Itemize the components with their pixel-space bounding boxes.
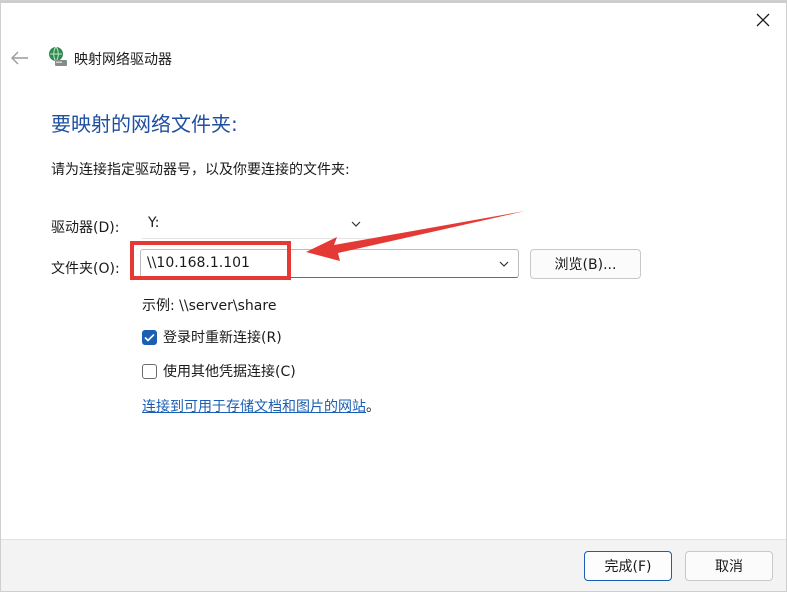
dialog-footer: 完成(F) 取消 [1, 539, 786, 591]
drive-letter-value: Y: [148, 215, 160, 231]
folder-label: 文件夹(O): [51, 261, 120, 277]
reconnect-label: 登录时重新连接(R) [163, 330, 282, 346]
back-arrow-icon [11, 51, 28, 65]
folder-path-input[interactable]: \\10.168.1.101 [140, 249, 519, 278]
back-button[interactable] [9, 47, 31, 69]
credentials-checkbox[interactable]: 使用其他凭据连接(C) [142, 361, 296, 381]
close-button[interactable] [746, 7, 780, 33]
chevron-down-icon[interactable] [498, 258, 510, 270]
browse-button[interactable]: 浏览(B)... [530, 249, 641, 279]
annotation-arrow [306, 211, 525, 261]
credentials-label: 使用其他凭据连接(C) [163, 364, 296, 380]
drive-label: 驱动器(D): [51, 220, 120, 236]
chevron-down-icon [351, 221, 361, 227]
checkbox-unchecked-icon[interactable] [142, 363, 157, 379]
instruction-text: 请为连接指定驱动器号，以及你要连接的文件夹: [51, 162, 350, 178]
map-network-drive-dialog: 映射网络驱动器 要映射的网络文件夹: 请为连接指定驱动器号，以及你要连接的文件夹… [0, 0, 787, 592]
network-drive-icon [49, 46, 67, 66]
close-icon [756, 13, 770, 27]
finish-button[interactable]: 完成(F) [584, 551, 672, 581]
page-heading: 要映射的网络文件夹: [51, 112, 238, 136]
drive-letter-select[interactable]: Y: [142, 209, 370, 239]
folder-path-value: \\10.168.1.101 [147, 255, 250, 271]
link-suffix: 。 [366, 399, 380, 415]
checkbox-checked-icon[interactable] [142, 329, 157, 345]
website-link-line: 连接到可用于存储文档和图片的网站。 [142, 396, 380, 416]
example-text: 示例: \\server\share [142, 298, 277, 314]
window-title: 映射网络驱动器 [74, 52, 172, 68]
cancel-button[interactable]: 取消 [685, 551, 773, 581]
website-link[interactable]: 连接到可用于存储文档和图片的网站 [142, 399, 366, 415]
background-strip [1, 1, 786, 3]
reconnect-checkbox[interactable]: 登录时重新连接(R) [142, 327, 282, 347]
